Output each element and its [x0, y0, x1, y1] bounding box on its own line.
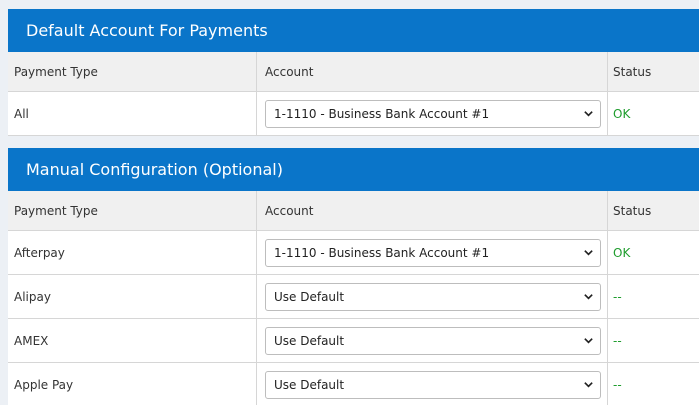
- account-select-value: Use Default: [274, 289, 345, 304]
- panel-title: Default Account For Payments: [8, 9, 699, 52]
- chevron-down-icon: [584, 111, 593, 117]
- chevron-down-icon: [584, 250, 593, 256]
- header-account: Account: [257, 52, 608, 91]
- table-row: AMEX Use Default --: [8, 319, 699, 363]
- table-row: Afterpay 1-1110 - Business Bank Account …: [8, 231, 699, 275]
- payment-type-label: AMEX: [8, 319, 257, 362]
- header-status: Status: [613, 203, 652, 218]
- status-value: --: [613, 333, 622, 348]
- chevron-down-icon: [584, 338, 593, 344]
- account-select[interactable]: Use Default: [265, 326, 601, 355]
- payment-type-label: Afterpay: [8, 231, 257, 274]
- chevron-down-icon: [584, 294, 593, 300]
- default-account-panel: Default Account For Payments Payment Typ…: [8, 9, 699, 136]
- account-select[interactable]: 1-1110 - Business Bank Account #1: [265, 238, 601, 267]
- header-payment-type: Payment Type: [8, 191, 257, 230]
- table-row: All 1-1110 - Business Bank Account #1 OK: [8, 92, 699, 136]
- header-payment-type: Payment Type: [8, 52, 257, 91]
- header-status: Status: [613, 64, 652, 79]
- table-header-row: Payment Type Account Status: [8, 191, 699, 231]
- payment-type-label: Alipay: [8, 275, 257, 318]
- payment-type-label: All: [8, 92, 257, 135]
- table-row: Alipay Use Default --: [8, 275, 699, 319]
- status-value: OK: [613, 106, 631, 121]
- chevron-down-icon: [584, 382, 593, 388]
- status-value: --: [613, 377, 622, 392]
- account-select[interactable]: Use Default: [265, 370, 601, 399]
- account-select-value: Use Default: [274, 377, 345, 392]
- table-header-row: Payment Type Account Status: [8, 52, 699, 92]
- table-row: Apple Pay Use Default --: [8, 363, 699, 405]
- account-select-value: 1-1110 - Business Bank Account #1: [274, 245, 490, 260]
- account-select[interactable]: Use Default: [265, 282, 601, 311]
- account-select-value: Use Default: [274, 333, 345, 348]
- panel-title: Manual Configuration (Optional): [8, 148, 699, 191]
- account-select-value: 1-1110 - Business Bank Account #1: [274, 106, 490, 121]
- account-select[interactable]: 1-1110 - Business Bank Account #1: [265, 99, 601, 128]
- manual-configuration-panel: Manual Configuration (Optional) Payment …: [8, 148, 699, 405]
- status-value: --: [613, 289, 622, 304]
- header-account: Account: [257, 191, 608, 230]
- payment-type-label: Apple Pay: [8, 363, 257, 405]
- status-value: OK: [613, 245, 631, 260]
